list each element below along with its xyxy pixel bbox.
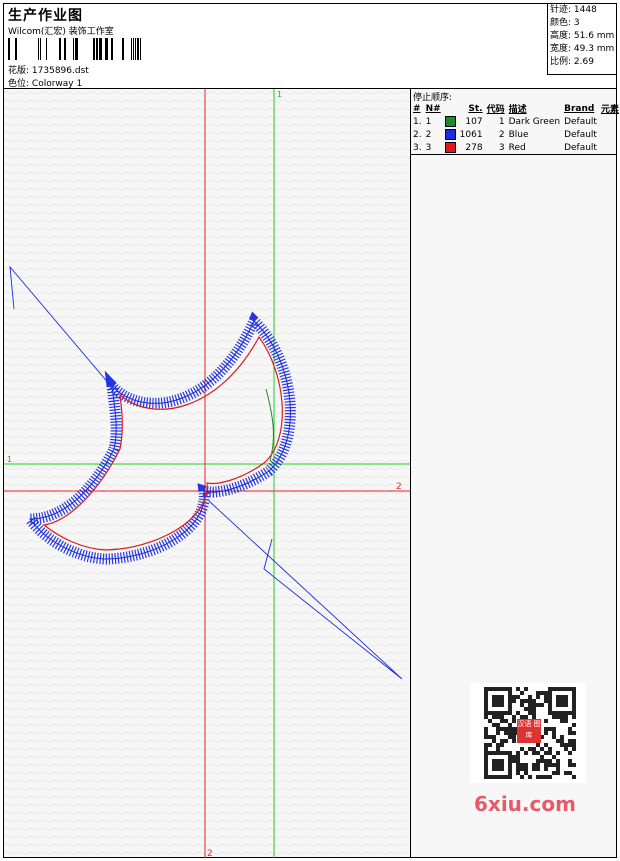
design-stats-panel: 针迹: 1448 颜色: 3 高度: 51.6 mm 宽度: 49.3 mm 比… (547, 4, 617, 75)
seal-stamp: 汉语 图库 (517, 719, 541, 743)
column-header: 代码 (486, 105, 505, 115)
row-needle: 3 (425, 142, 432, 153)
guide-label-green-top: 1 (277, 90, 282, 99)
design-label: 花版: (8, 66, 30, 76)
table-row[interactable]: 1. 1 107 1 Dark Green Default (411, 115, 620, 128)
row-description: Blue (508, 129, 529, 140)
design-width: 宽度: 49.3 mm (550, 44, 615, 54)
row-swatch (443, 115, 458, 128)
color-swatch (444, 129, 456, 140)
column-header: 元素 (600, 105, 619, 115)
column-header: Brand (564, 103, 595, 114)
row-element (599, 128, 620, 141)
row-needle: 2 (425, 129, 432, 140)
row-stitches: 107 (465, 116, 483, 127)
guide-label-red-right: 2 (396, 482, 402, 492)
design-preview-canvas[interactable]: 1 1 2 2 (4, 89, 410, 858)
design-info: 花版: 1735896.dst (8, 63, 89, 76)
table-row[interactable]: 2. 2 1061 2 Blue Default (411, 128, 620, 141)
worksheet-header: 生产作业图 Wilcom(汇宏) 装饰工作室 花版: 1735896.dst 色… (4, 4, 617, 89)
row-brand: Default (564, 142, 597, 153)
row-brand: Default (564, 116, 597, 127)
guide-label-green-left: 1 (7, 455, 12, 464)
row-stitches: 1061 (459, 129, 483, 140)
design-scale: 比例: 2.69 (550, 57, 594, 67)
row-needle: 1 (425, 116, 432, 127)
row-element (599, 141, 620, 154)
row-index: 2. (413, 129, 422, 140)
qr-code: 汉语 图库 (470, 683, 586, 783)
color-count: 颜色: 3 (550, 18, 580, 28)
row-description: Red (508, 142, 526, 153)
colorway-label: 色位: (8, 79, 30, 89)
colorway-info: 色位: Colorway 1 (8, 76, 82, 89)
column-header: 描述 (508, 105, 527, 115)
color-swatch (444, 142, 456, 153)
column-header: # (413, 103, 421, 114)
row-code: 1 (498, 116, 505, 127)
colorway-value: Colorway 1 (31, 79, 83, 89)
column-header: N# (425, 103, 441, 114)
design-height: 高度: 51.6 mm (550, 31, 615, 41)
barcode-icon (8, 38, 141, 60)
page-title: 生产作业图 (8, 8, 83, 24)
row-stitches: 278 (465, 142, 483, 153)
watermark-text: 6xiu.com (474, 792, 576, 816)
column-header: St. (468, 103, 483, 114)
table-row[interactable]: 3. 3 278 3 Red Default (411, 141, 620, 154)
row-brand: Default (564, 129, 597, 140)
row-index: 3. (413, 142, 422, 153)
row-code: 2 (498, 129, 505, 140)
embroidery-preview: 1 1 2 2 (4, 89, 410, 858)
row-swatch (443, 141, 458, 154)
color-swatch (444, 116, 456, 127)
stitch-count: 针迹: 1448 (550, 5, 597, 15)
stop-sequence-title: 停止顺序: (413, 93, 453, 103)
production-worksheet: 生产作业图 Wilcom(汇宏) 装饰工作室 花版: 1735896.dst 色… (3, 3, 620, 858)
company-name: Wilcom(汇宏) 装饰工作室 (8, 27, 114, 37)
row-code: 3 (498, 142, 505, 153)
column-header (443, 102, 458, 115)
design-value: 1735896.dst (31, 66, 89, 76)
row-element (599, 115, 620, 128)
stop-sequence-table: # N# St. 代码 描述 Brand 元素 1. 1 107 1 Dark Gree… (411, 102, 620, 154)
row-swatch (443, 128, 458, 141)
row-description: Dark Green (508, 116, 561, 127)
row-index: 1. (413, 116, 422, 127)
guide-label-red-bottom: 2 (207, 849, 213, 858)
